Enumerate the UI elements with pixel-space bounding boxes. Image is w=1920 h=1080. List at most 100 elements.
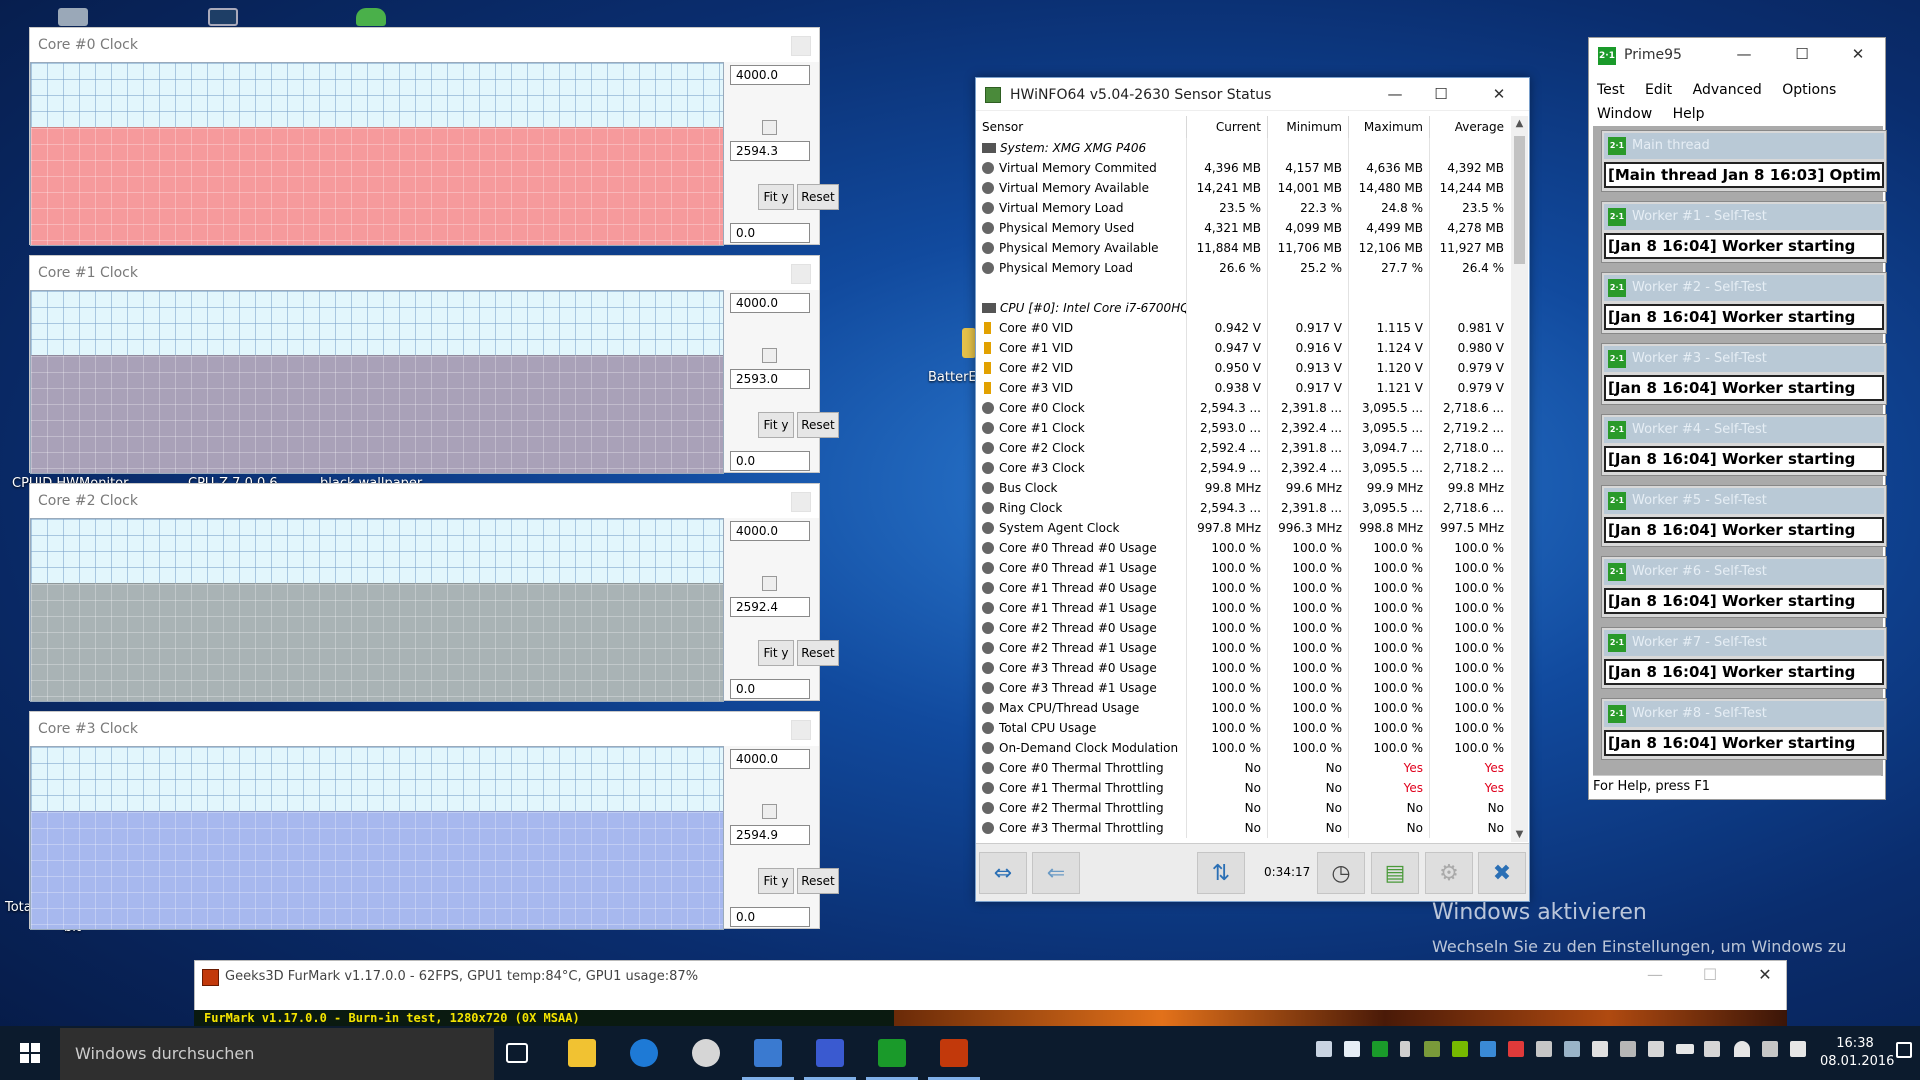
worker-window[interactable]: Worker #8 - Self-Test 2·1 [Jan 8 16:04] Wo…: [1601, 698, 1887, 760]
tray-nvidia-icon[interactable]: [1452, 1041, 1468, 1057]
prime95-taskbar-icon[interactable]: [878, 1039, 906, 1067]
desktop-label-battery[interactable]: BatterE: [928, 370, 977, 385]
window-title-bar[interactable]: Core #0 Clock: [30, 28, 819, 62]
graph-max-field[interactable]: 4000.0: [730, 65, 810, 85]
fit-y-button[interactable]: Fit y: [758, 412, 794, 438]
column-header-sensor[interactable]: Sensor: [978, 116, 1186, 138]
close-icon[interactable]: ✕: [1745, 965, 1785, 984]
vertical-scrollbar[interactable]: ▲ ▼: [1511, 116, 1528, 842]
sensor-row[interactable]: Core #1 VID 0.947 V 0.916 V 1.124 V 0.980 V: [978, 338, 1513, 358]
sensor-group-row[interactable]: System: XMG XMG P406: [978, 138, 1513, 158]
autoscale-checkbox[interactable]: [762, 804, 777, 819]
maximize-icon[interactable]: ☐: [1418, 81, 1464, 107]
worker-title[interactable]: Worker #7 - Self-Test: [1604, 630, 1884, 656]
file-explorer-icon[interactable]: [568, 1039, 596, 1067]
worker-title[interactable]: Worker #8 - Self-Test: [1604, 701, 1884, 727]
core-1-clock-window[interactable]: Core #1 Clock 4000.0 2593.0 Fit y Reset …: [29, 255, 839, 474]
taskbar-clock[interactable]: 16:38 08.01.2016: [1820, 1035, 1894, 1071]
sensor-row[interactable]: System Agent Clock 997.8 MHz 996.3 MHz 998.…: [978, 518, 1513, 538]
worker-window[interactable]: Worker #2 - Self-Test 2·1 [Jan 8 16:04] Wo…: [1601, 272, 1887, 334]
fit-y-button[interactable]: Fit y: [758, 184, 794, 210]
menu-test[interactable]: Test: [1597, 82, 1625, 98]
window-title-bar[interactable]: Core #2 Clock: [30, 484, 819, 518]
tray-prime95-icon[interactable]: [1372, 1041, 1388, 1057]
autoscale-checkbox[interactable]: [762, 348, 777, 363]
minimize-icon[interactable]: —: [1635, 965, 1675, 984]
maximize-icon[interactable]: ☐: [1779, 41, 1825, 67]
menu-edit[interactable]: Edit: [1645, 82, 1672, 98]
hwinfo-title-bar[interactable]: HWiNFO64 v5.04-2630 Sensor Status — ☐ ✕: [976, 78, 1529, 111]
worker-window[interactable]: Worker #4 - Self-Test 2·1 [Jan 8 16:04] Wo…: [1601, 414, 1887, 476]
graph-max-field[interactable]: 4000.0: [730, 293, 810, 313]
sensor-row[interactable]: Core #0 Thread #1 Usage 100.0 % 100.0 % 100…: [978, 558, 1513, 578]
tray-app-icon[interactable]: [1564, 1041, 1580, 1057]
sensor-row[interactable]: Physical Memory Load 26.6 % 25.2 % 27.7 % 26…: [978, 258, 1513, 278]
sensor-table[interactable]: Sensor Current Minimum Maximum Average S…: [978, 116, 1513, 842]
recycle-bin-icon[interactable]: [58, 8, 88, 26]
sensor-row[interactable]: Physical Memory Used 4,321 MB 4,099 MB 4,49…: [978, 218, 1513, 238]
tray-language-icon[interactable]: [1762, 1041, 1778, 1057]
sensor-row[interactable]: Virtual Memory Available 14,241 MB 14,001 …: [978, 178, 1513, 198]
sensor-row[interactable]: Core #0 Thermal Throttling No No Yes Yes: [978, 758, 1513, 778]
worker-window[interactable]: Worker #6 - Self-Test 2·1 [Jan 8 16:04] Wo…: [1601, 556, 1887, 618]
graph-current-field[interactable]: 2593.0: [730, 369, 810, 389]
column-header-minimum[interactable]: Minimum: [1267, 116, 1348, 138]
sensor-row[interactable]: Core #3 Clock 2,594.9 ... 2,392.4 ... 3,095…: [978, 458, 1513, 478]
scroll-up-icon[interactable]: ▲: [1511, 118, 1528, 129]
sensor-row[interactable]: Max CPU/Thread Usage 100.0 % 100.0 % 100.0 …: [978, 698, 1513, 718]
sensor-row[interactable]: [978, 278, 1513, 298]
tray-wifi-icon[interactable]: [1734, 1041, 1750, 1057]
close-icon[interactable]: [791, 720, 811, 740]
sensor-row[interactable]: Core #3 Thread #0 Usage 100.0 % 100.0 % 100…: [978, 658, 1513, 678]
sensor-row[interactable]: Core #2 Thread #1 Usage 100.0 % 100.0 % 100…: [978, 638, 1513, 658]
maximize-icon[interactable]: ☐: [1690, 965, 1730, 984]
sensor-row[interactable]: Ring Clock 2,594.3 ... 2,391.8 ... 3,095.5 …: [978, 498, 1513, 518]
calculator-app-icon[interactable]: [754, 1039, 782, 1067]
tray-hwinfo-icon[interactable]: [1592, 1041, 1608, 1057]
sensor-row[interactable]: Virtual Memory Load 23.5 % 22.3 % 24.8 % 23.…: [978, 198, 1513, 218]
worker-window[interactable]: Worker #1 - Self-Test 2·1 [Jan 8 16:04] Wo…: [1601, 201, 1887, 263]
worker-window[interactable]: Worker #3 - Self-Test 2·1 [Jan 8 16:04] Wo…: [1601, 343, 1887, 405]
tray-keyboard-icon[interactable]: [1648, 1041, 1664, 1057]
worker-title[interactable]: Worker #4 - Self-Test: [1604, 417, 1884, 443]
menu-options[interactable]: Options: [1782, 82, 1836, 98]
window-title-bar[interactable]: Core #3 Clock: [30, 712, 819, 746]
menu-advanced[interactable]: Advanced: [1693, 82, 1762, 98]
tray-dropbox-icon[interactable]: [1344, 1041, 1360, 1057]
reset-button[interactable]: Reset: [797, 412, 839, 438]
sensor-row[interactable]: Core #1 Thread #1 Usage 100.0 % 100.0 % 100…: [978, 598, 1513, 618]
sensor-row[interactable]: On-Demand Clock Modulation 100.0 % 100.0 %…: [978, 738, 1513, 758]
sensor-row[interactable]: Virtual Memory Commited 4,396 MB 4,157 MB 4…: [978, 158, 1513, 178]
graph-min-field[interactable]: 0.0: [730, 223, 810, 243]
worker-window[interactable]: Worker #5 - Self-Test 2·1 [Jan 8 16:04] Wo…: [1601, 485, 1887, 547]
report-icon[interactable]: ▤: [1371, 852, 1419, 894]
tray-usb-icon[interactable]: [1400, 1041, 1410, 1057]
notification-center-icon[interactable]: [1896, 1042, 1912, 1058]
graph-min-field[interactable]: 0.0: [730, 679, 810, 699]
worker-title[interactable]: Worker #2 - Self-Test: [1604, 275, 1884, 301]
prime95-title-bar[interactable]: 2·1 Prime95 — ☐ ✕: [1589, 38, 1885, 72]
minimize-icon[interactable]: —: [1721, 41, 1767, 67]
tray-app-icon[interactable]: [1424, 1041, 1440, 1057]
core-2-clock-window[interactable]: Core #2 Clock 4000.0 2592.4 Fit y Reset …: [29, 483, 839, 702]
sensor-row[interactable]: Core #2 Thread #0 Usage 100.0 % 100.0 % 100…: [978, 618, 1513, 638]
worker-window[interactable]: Worker #7 - Self-Test 2·1 [Jan 8 16:04] Wo…: [1601, 627, 1887, 689]
fit-y-button[interactable]: Fit y: [758, 640, 794, 666]
menu-window[interactable]: Window: [1597, 106, 1652, 122]
sensor-row[interactable]: Physical Memory Available 11,884 MB 11,706…: [978, 238, 1513, 258]
sensor-group-row[interactable]: CPU [#0]: Intel Core i7-6700HQ: [978, 298, 1513, 318]
graph-current-field[interactable]: 2594.9: [730, 825, 810, 845]
core-0-clock-window[interactable]: Core #0 Clock 4000.0 2594.3 Fit y Reset …: [29, 27, 839, 246]
graph-max-field[interactable]: 4000.0: [730, 521, 810, 541]
prime95-window[interactable]: 2·1 Prime95 — ☐ ✕ Test Edit Advanced Opt…: [1588, 37, 1887, 800]
collapse-arrows-icon[interactable]: ⇐: [1032, 852, 1080, 894]
close-x-icon[interactable]: ✖: [1478, 852, 1526, 894]
reset-button[interactable]: Reset: [797, 184, 839, 210]
close-icon[interactable]: ✕: [1476, 81, 1522, 107]
column-header-maximum[interactable]: Maximum: [1348, 116, 1429, 138]
column-header-current[interactable]: Current: [1186, 116, 1267, 138]
sensor-row[interactable]: Core #2 Thermal Throttling No No No No: [978, 798, 1513, 818]
edge-browser-icon[interactable]: [630, 1039, 658, 1067]
clock-icon[interactable]: ◷: [1317, 852, 1365, 894]
close-icon[interactable]: [791, 264, 811, 284]
